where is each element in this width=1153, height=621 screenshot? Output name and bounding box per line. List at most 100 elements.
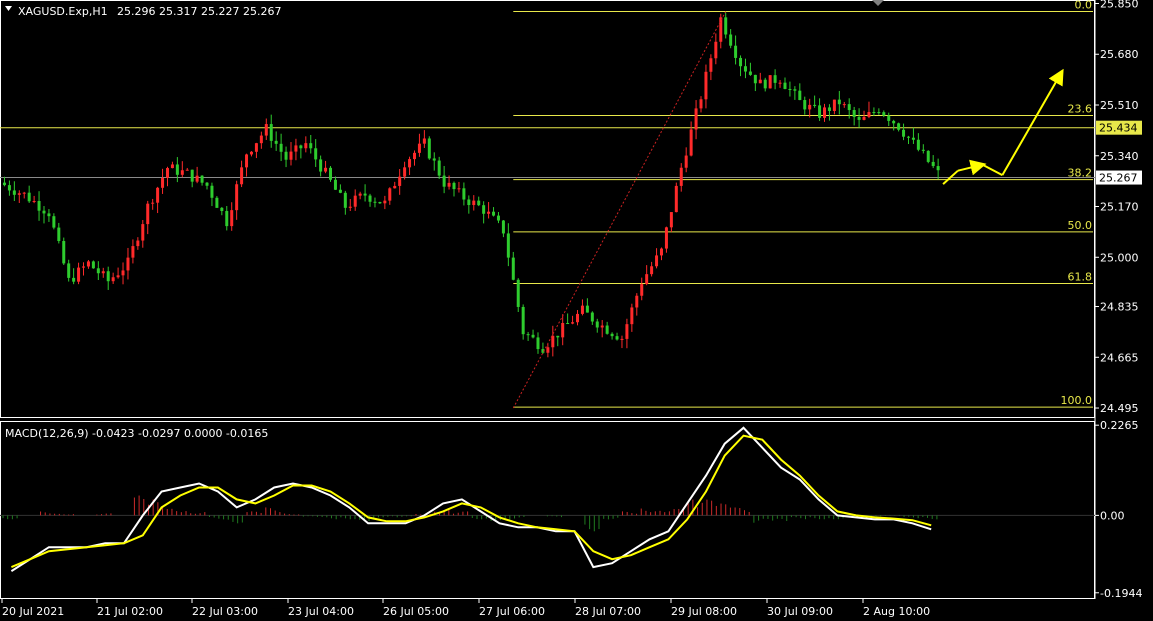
candle-body — [412, 152, 416, 160]
candle-body — [743, 66, 747, 72]
candle-body — [126, 257, 130, 271]
time-tick-label: 28 Jul 07:00 — [575, 605, 641, 618]
candle-body — [536, 337, 540, 350]
candle-body — [709, 58, 713, 72]
candle-body — [561, 323, 565, 338]
candle-body — [635, 295, 639, 308]
candle-body — [72, 277, 76, 282]
candle-body — [259, 135, 263, 144]
candle-body — [585, 305, 589, 313]
candle-body — [477, 200, 481, 206]
price-tick-label: 24.835 — [1100, 301, 1139, 314]
candle-body — [501, 220, 505, 234]
candle-body — [467, 199, 471, 206]
candle-body — [180, 170, 184, 175]
candle-body — [151, 202, 155, 204]
candle-body — [684, 155, 688, 168]
candle-body — [111, 277, 115, 282]
candle-body — [67, 263, 71, 278]
candle-body — [645, 274, 649, 285]
time-tick-label: 20 Jul 2021 — [2, 605, 64, 618]
candle-body — [269, 124, 273, 141]
candle-body — [531, 334, 535, 338]
macd-tick-label: 0.2265 — [1100, 419, 1139, 432]
candle-body — [338, 189, 342, 193]
candle-body — [674, 185, 678, 213]
candle-body — [437, 160, 441, 176]
candle-body — [91, 261, 95, 269]
candle-body — [808, 104, 812, 110]
candle-body — [304, 143, 308, 149]
price-tick-label: 25.170 — [1100, 201, 1139, 214]
candle-body — [408, 159, 412, 168]
price-tag-label: 25.267 — [1099, 172, 1138, 185]
candle-body — [936, 166, 940, 171]
candle-body — [506, 233, 510, 258]
candle-body — [793, 89, 797, 91]
candle-body — [170, 164, 174, 169]
candle-body — [427, 138, 431, 159]
candle-body — [803, 100, 807, 110]
candle-body — [516, 279, 520, 307]
candle-body — [669, 212, 673, 228]
candle-body — [590, 312, 594, 322]
candle-body — [200, 175, 204, 183]
candle-body — [640, 284, 644, 296]
candle-body — [185, 169, 189, 171]
candle-body — [353, 195, 357, 207]
trading-chart[interactable]: 0.023.638.250.061.8100.0 25.85025.68025.… — [0, 0, 1153, 621]
candle-body — [818, 105, 822, 118]
candle-body — [600, 325, 604, 328]
time-tick-label: 29 Jul 08:00 — [671, 605, 737, 618]
candle-body — [294, 145, 298, 152]
candle-body — [249, 151, 253, 155]
macd-label: MACD(12,26,9) -0.0423 -0.0297 0.0000 -0.… — [5, 427, 268, 440]
candle-body — [511, 257, 515, 280]
candle-body — [714, 41, 718, 59]
candle-body — [551, 335, 555, 348]
candle-body — [827, 107, 831, 111]
candle-body — [17, 193, 21, 195]
candle-body — [101, 271, 105, 274]
candle-body — [403, 167, 407, 177]
candle-body — [383, 200, 387, 204]
candle-body — [872, 112, 876, 114]
fib-level-label: 100.0 — [1061, 394, 1093, 407]
candle-body — [897, 123, 901, 130]
time-tick-label: 23 Jul 04:00 — [288, 605, 354, 618]
candle-body — [62, 241, 66, 264]
candle-body — [704, 71, 708, 100]
candle-body — [264, 124, 268, 136]
candle-body — [798, 90, 802, 101]
candle-body — [906, 136, 910, 138]
candle-body — [96, 268, 100, 274]
candle-body — [279, 143, 283, 152]
candle-body — [314, 148, 318, 160]
candle-body — [482, 205, 486, 214]
candle-body — [823, 107, 827, 118]
candle-body — [650, 266, 654, 275]
candle-body — [862, 116, 866, 120]
candle-body — [610, 333, 614, 337]
candle-body — [615, 336, 619, 340]
fib-level-label: 23.6 — [1068, 102, 1093, 115]
candle-body — [432, 158, 436, 161]
candle-body — [42, 210, 46, 214]
candle-body — [190, 169, 194, 182]
candle-body — [329, 167, 333, 180]
price-tick-label: 24.495 — [1100, 402, 1139, 415]
candle-body — [299, 145, 303, 149]
candle-body — [393, 185, 397, 189]
candle-body — [556, 335, 560, 338]
candle-body — [783, 82, 787, 89]
candle-body — [664, 227, 668, 249]
candle-body — [625, 324, 629, 339]
candle-body — [689, 129, 693, 156]
candle-body — [492, 211, 496, 216]
candle-body — [417, 143, 421, 153]
candle-body — [319, 159, 323, 172]
candle-body — [768, 75, 772, 89]
candle-body — [57, 227, 61, 242]
candle-body — [77, 267, 81, 282]
candle-body — [748, 71, 752, 75]
